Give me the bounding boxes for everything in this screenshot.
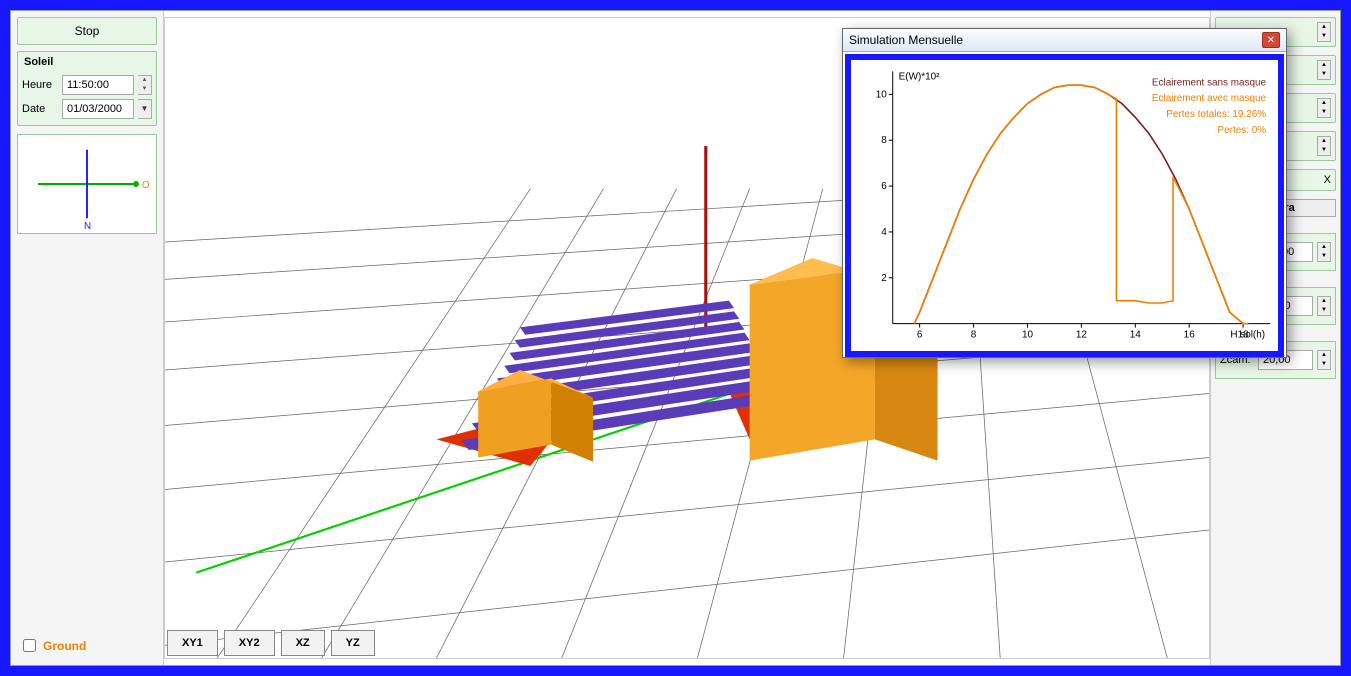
view-tabs: XY1 XY2 XZ YZ	[167, 630, 375, 656]
svg-text:10: 10	[1022, 330, 1034, 341]
svg-text:4: 4	[881, 227, 887, 238]
left-panel: Stop Soleil Heure 11:50:00 ▲▼ Date 01/03…	[11, 11, 164, 665]
chart-title-text: Simulation Mensuelle	[849, 33, 963, 47]
stop-button[interactable]: Stop	[17, 17, 157, 45]
date-label: Date	[22, 103, 58, 115]
zcam-spinner[interactable]: ▲▼	[1317, 350, 1331, 370]
svg-text:8: 8	[971, 330, 977, 341]
x-label: X	[1324, 174, 1331, 186]
xcam-spinner[interactable]: ▲▼	[1317, 242, 1331, 262]
svg-text:12: 12	[1076, 330, 1088, 341]
spinner-3[interactable]: ▲▼	[1317, 98, 1331, 118]
heure-spinner[interactable]: ▲▼	[138, 75, 152, 95]
view-tab-xz[interactable]: XZ	[281, 630, 325, 656]
svg-text:Eclairement avec masque: Eclairement avec masque	[1152, 93, 1267, 104]
view-tab-yz[interactable]: YZ	[331, 630, 375, 656]
chart-body: 681012141618246810E(W)*10²H sol(h)Eclair…	[845, 54, 1284, 357]
view-tab-xy2[interactable]: XY2	[224, 630, 275, 656]
chart-title-bar[interactable]: Simulation Mensuelle ✕	[843, 29, 1286, 52]
svg-text:16: 16	[1184, 330, 1196, 341]
soleil-group: Soleil Heure 11:50:00 ▲▼ Date 01/03/2000…	[17, 51, 157, 126]
soleil-title: Soleil	[22, 56, 152, 71]
ycam-spinner[interactable]: ▲▼	[1317, 296, 1331, 316]
svg-text:6: 6	[881, 181, 887, 192]
svg-text:Pertes totales: 19.26%: Pertes totales: 19.26%	[1166, 109, 1266, 120]
spinner-2[interactable]: ▲▼	[1317, 60, 1331, 80]
svg-text:Pertes: 0%: Pertes: 0%	[1218, 125, 1267, 136]
svg-text:10: 10	[876, 89, 888, 100]
heure-input[interactable]: 11:50:00	[62, 75, 134, 95]
ground-label: Ground	[43, 639, 86, 653]
view-tab-xy1[interactable]: XY1	[167, 630, 218, 656]
svg-text:E(W)*10²: E(W)*10²	[899, 71, 940, 82]
chart-window[interactable]: Simulation Mensuelle ✕ 68101214161824681…	[842, 28, 1287, 358]
heure-label: Heure	[22, 79, 58, 91]
compass: O N	[17, 134, 157, 234]
svg-text:2: 2	[881, 273, 887, 284]
app-frame: 2D 3D Stop Soleil Heure 11:50:00 ▲▼ Date…	[0, 0, 1351, 676]
spinner-4[interactable]: ▲▼	[1317, 136, 1331, 156]
date-input[interactable]: 01/03/2000	[62, 99, 134, 119]
close-icon[interactable]: ✕	[1262, 32, 1280, 48]
svg-text:Eclairement sans masque: Eclairement sans masque	[1152, 77, 1267, 88]
svg-text:14: 14	[1130, 330, 1142, 341]
ground-toggle-row: Ground	[17, 632, 157, 659]
spinner-1[interactable]: ▲▼	[1317, 22, 1331, 42]
svg-text:8: 8	[881, 135, 887, 146]
svg-text:6: 6	[917, 330, 923, 341]
compass-o-label: O	[142, 180, 150, 191]
svg-text:H sol(h): H sol(h)	[1230, 330, 1265, 341]
ground-checkbox[interactable]	[23, 639, 36, 652]
compass-n-label: N	[84, 221, 91, 232]
date-dropdown[interactable]: ▼	[138, 99, 152, 119]
